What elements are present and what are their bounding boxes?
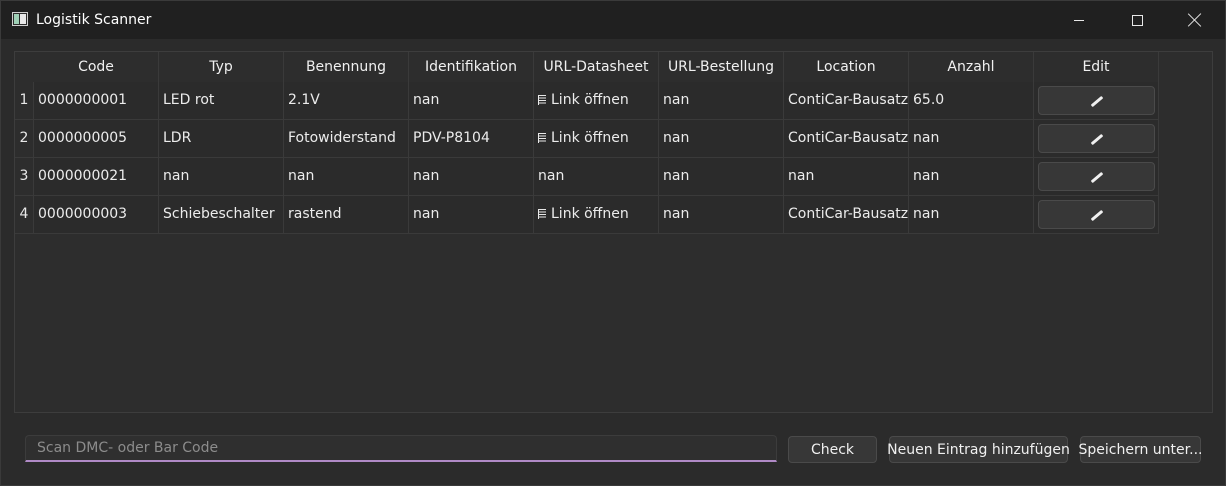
column-header-benennung[interactable]: Benennung — [284, 52, 409, 83]
column-header-url-bestellung[interactable]: URL-Bestellung — [659, 52, 784, 83]
cell-anzahl[interactable]: 65.0 — [909, 82, 1034, 119]
cell-url-bestellung[interactable]: nan — [659, 196, 784, 233]
cell-anzahl[interactable]: nan — [909, 158, 1034, 195]
cell-url-bestellung[interactable]: nan — [659, 120, 784, 157]
cell-code[interactable]: 0000000005 — [34, 120, 159, 157]
inventory-table[interactable]: Code Typ Benennung Identifikation URL-Da… — [14, 51, 1213, 413]
edit-button[interactable] — [1037, 200, 1155, 229]
cell-typ[interactable]: Schiebeschalter — [159, 196, 284, 233]
row-number[interactable]: 3 — [15, 158, 34, 195]
minimize-icon — [1074, 19, 1084, 21]
cell-location[interactable]: ContiCar-Bausatz — [784, 196, 909, 233]
column-header-anzahl[interactable]: Anzahl — [909, 52, 1034, 83]
cell-anzahl[interactable]: nan — [909, 120, 1034, 157]
cell-code[interactable]: 0000000003 — [34, 196, 159, 233]
row-number[interactable]: 2 — [15, 120, 34, 157]
save-as-button[interactable]: Speichern unter... — [1079, 436, 1202, 463]
app-window: Logistik Scanner Code Typ Benennung Iden… — [0, 0, 1226, 486]
pencil-icon — [1089, 170, 1103, 184]
cell-edit — [1034, 82, 1159, 119]
pencil-icon — [1089, 132, 1103, 146]
maximize-icon — [1131, 14, 1143, 26]
check-button[interactable]: Check — [788, 436, 877, 463]
column-header-location[interactable]: Location — [784, 52, 909, 83]
cell-url-bestellung[interactable]: nan — [659, 82, 784, 119]
document-icon — [538, 133, 546, 143]
cell-typ[interactable]: LDR — [159, 120, 284, 157]
pencil-icon — [1089, 208, 1103, 222]
table-row[interactable]: 2 0000000005 LDR Fotowiderstand PDV-P810… — [15, 120, 1159, 158]
table-row[interactable]: 1 0000000001 LED rot 2.1V nan Link öffne… — [15, 82, 1159, 120]
edit-button[interactable] — [1037, 124, 1155, 153]
cell-code[interactable]: 0000000001 — [34, 82, 159, 119]
maximize-button[interactable] — [1108, 1, 1166, 39]
add-entry-button[interactable]: Neuen Eintrag hinzufügen — [887, 436, 1070, 463]
close-button[interactable] — [1166, 1, 1224, 39]
cell-edit — [1034, 120, 1159, 157]
cell-code[interactable]: 0000000021 — [34, 158, 159, 195]
scan-input[interactable] — [25, 435, 777, 462]
document-icon — [538, 95, 546, 105]
column-header-edit[interactable]: Edit — [1034, 52, 1159, 83]
close-icon — [1188, 13, 1202, 27]
column-header-code[interactable]: Code — [34, 52, 159, 83]
column-header-typ[interactable]: Typ — [159, 52, 284, 83]
row-number[interactable]: 1 — [15, 82, 34, 119]
cell-identifikation[interactable]: nan — [409, 196, 534, 233]
table-corner[interactable] — [15, 52, 34, 82]
cell-url-bestellung[interactable]: nan — [659, 158, 784, 195]
table-header: Code Typ Benennung Identifikation URL-Da… — [34, 52, 1159, 83]
datasheet-link-label: Link öffnen — [551, 130, 629, 146]
datasheet-link-label: Link öffnen — [551, 92, 629, 108]
cell-location[interactable]: nan — [784, 158, 909, 195]
datasheet-link[interactable]: Link öffnen — [534, 196, 659, 233]
cell-identifikation[interactable]: nan — [409, 158, 534, 195]
edit-button[interactable] — [1037, 162, 1155, 191]
table-row[interactable]: 3 0000000021 nan nan nan nan nan nan nan — [15, 158, 1159, 196]
cell-identifikation[interactable]: PDV-P8104 — [409, 120, 534, 157]
edit-button[interactable] — [1037, 86, 1155, 115]
table-row[interactable]: 4 0000000003 Schiebeschalter rastend nan… — [15, 196, 1159, 234]
cell-benennung[interactable]: Fotowiderstand — [284, 120, 409, 157]
cell-identifikation[interactable]: nan — [409, 82, 534, 119]
cell-location[interactable]: ContiCar-Bausatz — [784, 82, 909, 119]
cell-typ[interactable]: nan — [159, 158, 284, 195]
cell-typ[interactable]: LED rot — [159, 82, 284, 119]
cell-edit — [1034, 196, 1159, 233]
cell-url-datasheet[interactable]: nan — [534, 158, 659, 195]
window-title: Logistik Scanner — [36, 12, 152, 28]
title-bar[interactable]: Logistik Scanner — [1, 1, 1225, 39]
cell-anzahl[interactable]: nan — [909, 196, 1034, 233]
cell-location[interactable]: ContiCar-Bausatz — [784, 120, 909, 157]
column-header-identifikation[interactable]: Identifikation — [409, 52, 534, 83]
pencil-icon — [1089, 94, 1103, 108]
cell-benennung[interactable]: 2.1V — [284, 82, 409, 119]
cell-edit — [1034, 158, 1159, 195]
app-icon — [12, 12, 28, 26]
row-number[interactable]: 4 — [15, 196, 34, 233]
datasheet-link[interactable]: Link öffnen — [534, 82, 659, 119]
column-header-url-datasheet[interactable]: URL-Datasheet — [534, 52, 659, 83]
table-body: 1 0000000001 LED rot 2.1V nan Link öffne… — [15, 82, 1159, 234]
cell-benennung[interactable]: nan — [284, 158, 409, 195]
datasheet-link-label: Link öffnen — [551, 206, 629, 222]
datasheet-link[interactable]: Link öffnen — [534, 120, 659, 157]
minimize-button[interactable] — [1050, 1, 1108, 39]
document-icon — [538, 209, 546, 219]
cell-benennung[interactable]: rastend — [284, 196, 409, 233]
